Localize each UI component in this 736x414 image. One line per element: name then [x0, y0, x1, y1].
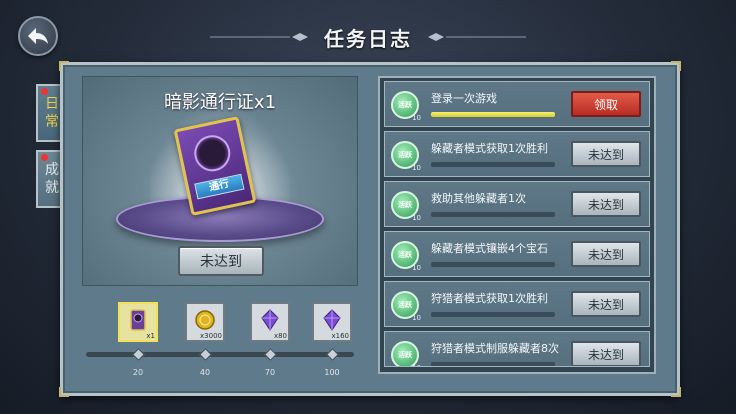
- activity-points: 10: [412, 214, 421, 222]
- task-title: 躲藏者模式镶嵌4个宝石: [431, 242, 548, 255]
- task-progress-bar: [431, 262, 555, 267]
- milestone-marker: [132, 348, 145, 361]
- milestone-item[interactable]: x3000: [185, 302, 225, 342]
- task-status-button[interactable]: 未达到: [571, 341, 641, 366]
- task-title: 狩猎者模式获取1次胜利: [431, 292, 548, 305]
- title-bar: 任务日志: [0, 20, 736, 54]
- task-status-button[interactable]: 未达到: [571, 241, 641, 267]
- milestone-item[interactable]: x80: [250, 302, 290, 342]
- activity-points: 10: [412, 114, 421, 122]
- gold-coin-icon: [195, 310, 215, 330]
- title-ornament-left-icon: [210, 33, 308, 41]
- activity-label: 活跃: [398, 201, 412, 209]
- task-status-button[interactable]: 未达到: [571, 291, 641, 317]
- milestone-marker: [326, 348, 339, 361]
- task-row: 活跃 10 救助其他躲藏者1次 未达到: [384, 181, 650, 227]
- milestone-qty: x80: [273, 332, 287, 340]
- activity-label: 活跃: [398, 351, 412, 359]
- task-progress-bar: [431, 112, 555, 117]
- milestone-track: x1 x3000 x80 x160 20 40 70 100: [82, 294, 358, 384]
- milestone-marker: [264, 348, 277, 361]
- milestone-value: 40: [199, 368, 211, 377]
- shadow-face-icon: [190, 131, 234, 175]
- milestone-item[interactable]: x1: [118, 302, 158, 342]
- milestone-qty: x3000: [200, 332, 222, 340]
- task-progress-bar: [431, 162, 555, 167]
- corner-ornament: [59, 387, 69, 397]
- milestone-qty: x160: [331, 332, 349, 340]
- task-claim-button[interactable]: 领取: [571, 91, 641, 117]
- corner-ornament: [59, 61, 69, 71]
- milestone-item[interactable]: x160: [312, 302, 352, 342]
- milestone-qty: x1: [146, 332, 155, 340]
- task-row: 活跃 10 狩猎者模式制服躲藏者8次 未达到: [384, 331, 650, 367]
- page-title: 任务日志: [324, 26, 412, 51]
- activity-icon: 活跃 10: [391, 341, 421, 366]
- activity-points: 10: [412, 164, 421, 172]
- tab-daily-label-2: 常: [45, 114, 59, 130]
- task-progress-bar: [431, 312, 555, 317]
- task-status-button[interactable]: 未达到: [571, 191, 641, 217]
- claim-reward-button[interactable]: 未达到: [178, 246, 264, 276]
- activity-icon: 活跃 10: [391, 91, 421, 122]
- purple-gem-icon: [261, 309, 279, 331]
- task-title: 躲藏者模式获取1次胜利: [431, 142, 548, 155]
- purple-gem-icon: [323, 309, 341, 331]
- activity-icon: 活跃 10: [391, 191, 421, 222]
- task-status-button[interactable]: 未达到: [571, 141, 641, 167]
- task-title: 狩猎者模式制服躲藏者8次: [431, 342, 559, 355]
- activity-points: 10: [412, 364, 421, 366]
- reward-name: 暗影通行证x1: [163, 92, 277, 113]
- activity-label: 活跃: [398, 151, 412, 159]
- milestone-value: 100: [324, 368, 340, 377]
- milestone-marker: [199, 348, 212, 361]
- corner-ornament: [671, 61, 681, 71]
- task-progress-bar: [431, 362, 555, 366]
- milestone-value: 70: [264, 368, 276, 377]
- task-title: 救助其他躲藏者1次: [431, 192, 526, 205]
- activity-points: 10: [412, 264, 421, 272]
- activity-label: 活跃: [398, 101, 412, 109]
- tab-achievements-label-2: 就: [45, 180, 59, 196]
- milestone-value: 20: [132, 368, 144, 377]
- task-progress-fill: [431, 112, 555, 117]
- task-progress-bar: [431, 212, 555, 217]
- corner-ornament: [671, 387, 681, 397]
- task-row: 活跃 10 躲藏者模式获取1次胜利 未达到: [384, 131, 650, 177]
- tab-achievements-label-1: 成: [45, 162, 59, 178]
- activity-points: 10: [412, 314, 421, 322]
- title-ornament-right-icon: [428, 33, 526, 41]
- notification-dot: [41, 154, 48, 161]
- notification-dot: [41, 88, 48, 95]
- activity-label: 活跃: [398, 251, 412, 259]
- activity-icon: 活跃 10: [391, 241, 421, 272]
- pass-card-icon: [130, 309, 146, 331]
- task-row: 活跃 10 登录一次游戏 领取: [384, 81, 650, 127]
- activity-icon: 活跃 10: [391, 291, 421, 322]
- card-label: 通行: [194, 173, 245, 200]
- milestone-progress-track: [86, 352, 354, 357]
- activity-icon: 活跃 10: [391, 141, 421, 172]
- task-list[interactable]: 活跃 10 登录一次游戏 领取 活跃 10 躲藏者模式获取1次胜利 未达到 活跃…: [378, 76, 656, 374]
- task-row: 活跃 10 躲藏者模式镶嵌4个宝石 未达到: [384, 231, 650, 277]
- task-title: 登录一次游戏: [431, 92, 497, 105]
- activity-label: 活跃: [398, 301, 412, 309]
- tab-daily-label-1: 日: [45, 96, 59, 112]
- task-row: 活跃 10 狩猎者模式获取1次胜利 未达到: [384, 281, 650, 327]
